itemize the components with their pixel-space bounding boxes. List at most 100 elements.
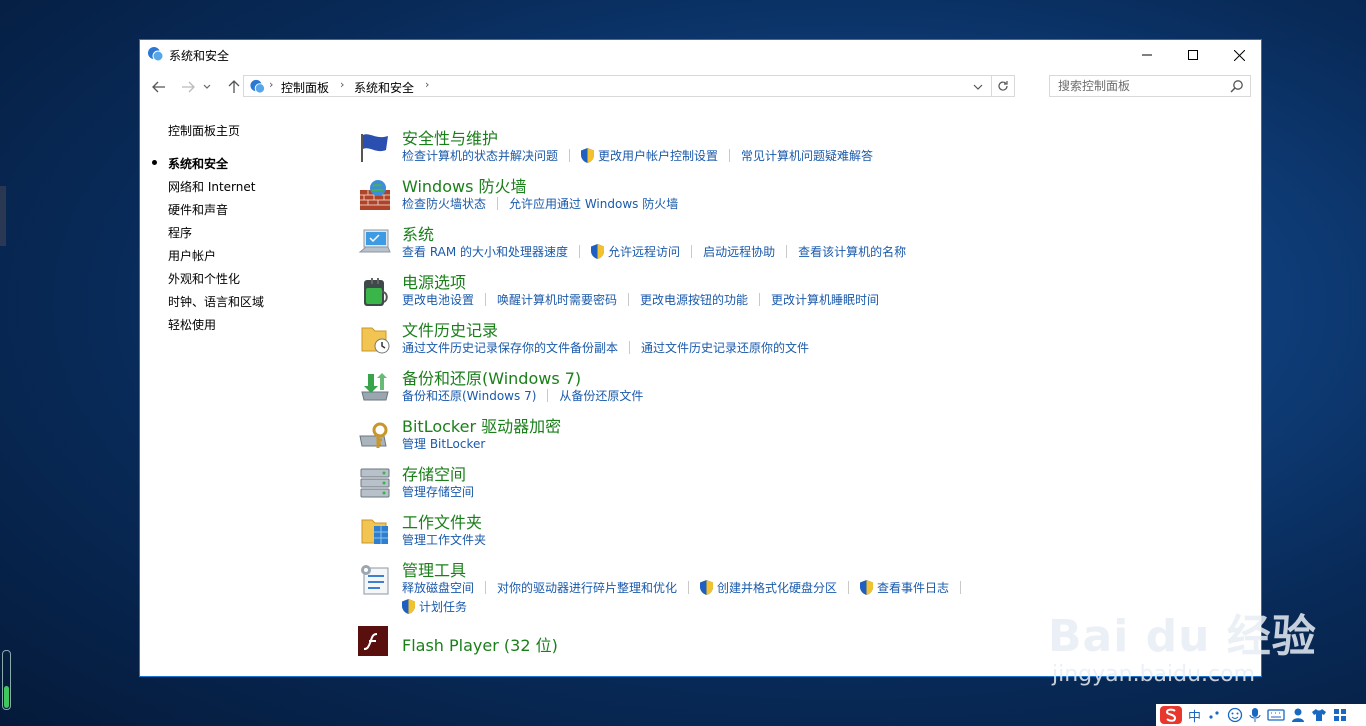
sidebar-item-programs[interactable]: 程序: [168, 224, 192, 241]
task-link[interactable]: 计划任务: [402, 598, 467, 615]
search-input[interactable]: [1050, 76, 1228, 96]
skin-shirt-icon[interactable]: [1311, 708, 1327, 722]
firewall-icon: [360, 180, 390, 210]
task-link[interactable]: 允许应用通过 Windows 防火墙: [509, 195, 678, 212]
category-title[interactable]: 文件历史记录: [402, 317, 498, 341]
sidebar-item-label: 系统和安全: [168, 157, 229, 171]
task-link[interactable]: 从备份还原文件: [559, 387, 643, 404]
task-link[interactable]: 启动远程协助: [703, 243, 775, 260]
ime-toolbar: 中: [1156, 704, 1366, 726]
sidebar-item-clock-region[interactable]: 时钟、语言和区域: [168, 293, 264, 310]
task-link[interactable]: 通过文件历史记录还原你的文件: [641, 339, 809, 356]
sidebar-item-ease-of-access[interactable]: 轻松使用: [168, 316, 216, 333]
task-link[interactable]: 唤醒计算机时需要密码: [497, 291, 617, 308]
refresh-button[interactable]: [991, 76, 1014, 96]
keyboard-icon[interactable]: [1267, 708, 1285, 722]
category-security-maintenance: 安全性与维护 检查计算机的状态并解决问题 更改用户帐户控制设置 常见计算机问题疑…: [358, 124, 1238, 170]
back-arrow-icon: [152, 81, 165, 93]
chevron-down-icon: [973, 84, 983, 90]
close-button[interactable]: [1216, 40, 1262, 70]
task-link[interactable]: 备份和还原(Windows 7): [402, 387, 536, 404]
breadcrumb-system-security[interactable]: 系统和安全: [354, 79, 414, 96]
control-panel-icon: [250, 79, 266, 94]
search-box[interactable]: [1049, 75, 1251, 97]
punctuation-icon[interactable]: [1207, 708, 1221, 722]
control-panel-icon: [148, 47, 164, 62]
category-title[interactable]: 安全性与维护: [402, 125, 498, 149]
category-title[interactable]: 存储空间: [402, 461, 466, 485]
baidu-watermark: Bai du 经验 jingyan.baidu.com: [1048, 600, 1317, 687]
category-title[interactable]: 电源选项: [402, 269, 466, 293]
category-system: 系统 查看 RAM 的大小和处理器速度 允许远程访问 启动远程协助 查看该计算机…: [358, 220, 1238, 266]
task-link[interactable]: 检查防火墙状态: [402, 195, 486, 212]
back-button[interactable]: [148, 76, 170, 98]
volume-level-indicator: [2, 650, 11, 710]
category-title[interactable]: BitLocker 驱动器加密: [402, 413, 561, 437]
task-link[interactable]: 更改计算机睡眠时间: [771, 291, 879, 308]
minimize-icon: [1142, 54, 1152, 56]
task-link[interactable]: 更改用户帐户控制设置: [581, 147, 718, 164]
task-link[interactable]: 通过文件历史记录保存你的文件备份副本: [402, 339, 618, 356]
uac-shield-icon: [581, 148, 595, 163]
maximize-icon: [1188, 50, 1198, 60]
task-link[interactable]: 管理工作文件夹: [402, 531, 486, 548]
system-computer-icon: [358, 229, 391, 253]
forward-button[interactable]: [177, 76, 199, 98]
category-links: 检查防火墙状态 允许应用通过 Windows 防火墙: [402, 195, 678, 212]
task-link[interactable]: 对你的驱动器进行碎片整理和优化: [497, 579, 677, 596]
category-title[interactable]: 备份和还原(Windows 7): [402, 365, 581, 389]
category-title[interactable]: 管理工具: [402, 557, 466, 581]
sidebar-item-hardware[interactable]: 硬件和声音: [168, 201, 228, 218]
task-link[interactable]: 查看 RAM 的大小和处理器速度: [402, 243, 568, 260]
breadcrumb-control-panel[interactable]: 控制面板: [281, 79, 329, 96]
microphone-icon[interactable]: [1249, 707, 1261, 723]
recent-locations-button[interactable]: [201, 76, 213, 98]
category-bitlocker: BitLocker 驱动器加密 管理 BitLocker: [358, 412, 1238, 458]
category-title[interactable]: Windows 防火墙: [402, 173, 527, 197]
toolbox-grid-icon[interactable]: [1333, 708, 1347, 722]
category-title[interactable]: Flash Player (32 位): [402, 632, 558, 656]
uac-shield-icon: [402, 599, 415, 614]
edge-handle: [0, 186, 6, 246]
task-link[interactable]: 常见计算机问题疑难解答: [741, 147, 873, 164]
task-link[interactable]: 创建并格式化硬盘分区: [700, 579, 837, 596]
watermark-main: Bai du 经验: [1048, 611, 1317, 662]
task-link[interactable]: 查看该计算机的名称: [798, 243, 906, 260]
address-dropdown-button[interactable]: [970, 78, 986, 96]
sidebar-item-appearance[interactable]: 外观和个性化: [168, 270, 240, 287]
maximize-button[interactable]: [1170, 40, 1216, 70]
uac-shield-icon: [591, 244, 605, 259]
sidebar-item-user-accounts[interactable]: 用户帐户: [168, 247, 216, 264]
security-flag-icon: [361, 134, 388, 162]
category-links: 管理工作文件夹: [402, 531, 486, 548]
task-link[interactable]: 查看事件日志: [860, 579, 949, 596]
sidebar-item-system-security[interactable]: 系统和安全: [152, 155, 229, 172]
minimize-button[interactable]: [1124, 40, 1170, 70]
category-title[interactable]: 工作文件夹: [402, 509, 482, 533]
task-link[interactable]: 更改电源按钮的功能: [640, 291, 748, 308]
task-link[interactable]: 允许远程访问: [591, 243, 680, 260]
category-links: 释放磁盘空间 对你的驱动器进行碎片整理和优化 创建并格式化硬盘分区 查看事件日志: [402, 579, 972, 596]
address-bar[interactable]: › 控制面板 › 系统和安全 ›: [243, 75, 1015, 97]
ime-mode-label[interactable]: 中: [1188, 706, 1201, 725]
user-icon[interactable]: [1291, 707, 1305, 723]
category-links: 管理 BitLocker: [402, 435, 485, 452]
sidebar-home-link[interactable]: 控制面板主页: [168, 122, 240, 139]
category-title[interactable]: 系统: [402, 221, 434, 245]
breadcrumb-separator: ›: [425, 78, 430, 91]
up-button[interactable]: [223, 76, 245, 98]
sidebar-item-network[interactable]: 网络和 Internet: [168, 178, 255, 195]
task-link[interactable]: 检查计算机的状态并解决问题: [402, 147, 558, 164]
control-panel-window: 系统和安全 › 控制面板 › 系统和安全 › 搜索控制面板 控制面板主页 系统和…: [139, 39, 1262, 677]
sogou-logo-icon[interactable]: [1160, 706, 1182, 724]
emoji-icon[interactable]: [1227, 707, 1243, 723]
task-link[interactable]: 管理 BitLocker: [402, 435, 485, 452]
category-file-history: 文件历史记录 通过文件历史记录保存你的文件备份副本 通过文件历史记录还原你的文件: [358, 316, 1238, 362]
power-options-icon: [364, 278, 388, 306]
search-icon[interactable]: [1230, 79, 1244, 93]
task-link[interactable]: 释放磁盘空间: [402, 579, 474, 596]
task-link[interactable]: 更改电池设置: [402, 291, 474, 308]
category-power-options: 电源选项 更改电池设置 唤醒计算机时需要密码 更改电源按钮的功能 更改计算机睡眠…: [358, 268, 1238, 314]
task-link[interactable]: 管理存储空间: [402, 483, 474, 500]
backup-restore-icon: [361, 373, 389, 401]
